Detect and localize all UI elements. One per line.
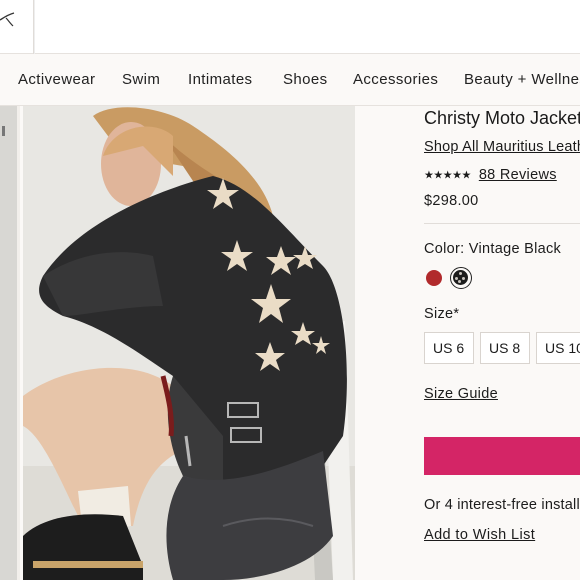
divider xyxy=(424,223,580,224)
rating-stars-icon: ★★★★★ xyxy=(424,169,471,182)
nav-item-intimates[interactable]: Intimates xyxy=(188,71,252,88)
thumbnail-strip[interactable] xyxy=(0,106,20,580)
swatch-red[interactable] xyxy=(426,270,442,286)
size-option-us8[interactable]: US 8 xyxy=(480,332,530,364)
product-price: $298.00 xyxy=(424,193,479,209)
product-info: Christy Moto Jacket Shop All Mauritius L… xyxy=(424,106,580,580)
rating-row: ★★★★★ 88 Reviews xyxy=(424,166,557,183)
installments-text: Or 4 interest-free installments xyxy=(424,497,580,513)
nav-item-shoes[interactable]: Shoes xyxy=(283,71,328,88)
header-search-area[interactable] xyxy=(34,0,580,54)
color-label: Color: Vintage Black xyxy=(424,241,562,257)
nav-item-activewear[interactable]: Activewear xyxy=(18,71,95,88)
nav-item-accessories[interactable]: Accessories xyxy=(353,71,438,88)
nav-item-swim[interactable]: Swim xyxy=(122,71,160,88)
product-image[interactable] xyxy=(23,106,355,580)
reviews-link[interactable]: 88 Reviews xyxy=(479,167,557,183)
size-option-us6[interactable]: US 6 xyxy=(424,332,474,364)
shop-brand-link[interactable]: Shop All Mauritius Leather xyxy=(424,139,580,155)
script-logo-icon xyxy=(0,12,15,27)
logo[interactable] xyxy=(0,0,34,54)
category-nav: Activewear Swim Intimates Shoes Accessor… xyxy=(0,54,580,106)
top-header xyxy=(0,0,580,54)
add-to-wishlist-link[interactable]: Add to Wish List xyxy=(424,527,535,543)
thumbnail-indicator xyxy=(2,126,5,136)
product-title: Christy Moto Jacket xyxy=(424,108,580,128)
nav-item-beauty-wellness[interactable]: Beauty + Wellness xyxy=(464,71,580,88)
size-option-us10[interactable]: US 10 xyxy=(536,332,580,364)
product-page: Christy Moto Jacket Shop All Mauritius L… xyxy=(0,106,580,580)
swatch-vintage-black-fill xyxy=(453,270,468,285)
size-guide-link[interactable]: Size Guide xyxy=(424,386,498,402)
size-label: Size* xyxy=(424,306,460,322)
jacket-photo xyxy=(23,106,355,580)
add-to-bag-button[interactable] xyxy=(424,437,580,475)
swatch-vintage-black[interactable] xyxy=(450,267,472,289)
